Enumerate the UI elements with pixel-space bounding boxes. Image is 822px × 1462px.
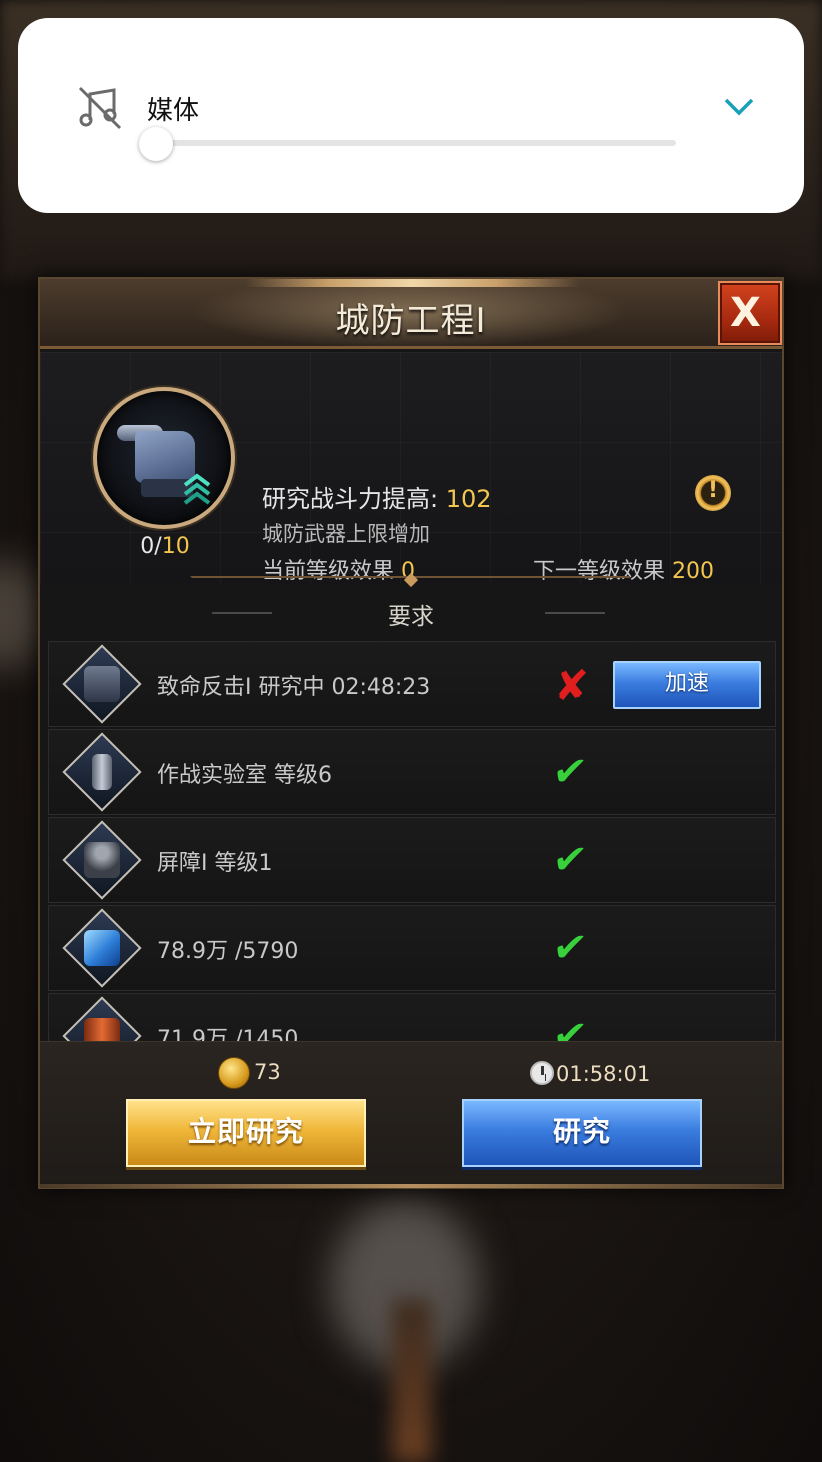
requirement-row[interactable]: 作战实验室 等级6 ✔ xyxy=(48,729,776,815)
power-increase: 研究战斗力提高: 102 xyxy=(262,479,492,514)
requirement-label: 71.9万 /1450 xyxy=(157,1027,299,1041)
close-button[interactable]: X xyxy=(718,281,782,345)
tech-info-section: 0/10 研究战斗力提高: 102 城防武器上限增加 当前等级效果 0 下一等级… xyxy=(40,352,782,584)
tech-level-separator: / xyxy=(154,534,162,559)
dialog-header: 城防工程I X xyxy=(40,279,782,349)
media-volume-label: 媒体 xyxy=(147,96,200,126)
gold-coin-icon xyxy=(218,1057,250,1089)
checkmark-icon: ✔ xyxy=(549,837,590,883)
instant-research-button[interactable]: 立即研究 xyxy=(126,1099,366,1167)
next-effect-value: 200 xyxy=(672,559,714,584)
footer-trim xyxy=(40,1184,782,1188)
requirement-row[interactable]: 屏障I 等级1 ✔ xyxy=(48,817,776,903)
checkmark-icon: ✔ xyxy=(549,925,590,971)
tech-level: 0/10 xyxy=(120,534,210,559)
requirements-heading: 要求 xyxy=(388,604,434,630)
research-button[interactable]: 研究 xyxy=(462,1099,702,1167)
lab-tower-icon xyxy=(62,732,142,812)
volume-slider-thumb[interactable] xyxy=(139,127,173,161)
close-icon: X xyxy=(730,290,761,336)
dialog-title: 城防工程I xyxy=(335,301,487,341)
power-value: 102 xyxy=(445,485,492,513)
gold-cost: 73 xyxy=(254,1060,281,1084)
background-pole xyxy=(392,1300,432,1462)
requirement-row[interactable]: 78.9万 /5790 ✔ xyxy=(48,905,776,991)
requirements-list[interactable]: 致命反击I 研究中 02:48:23 ✘ 加速 作战实验室 等级6 ✔ 屏障I … xyxy=(48,641,776,1041)
media-volume-panel: 媒体 xyxy=(18,18,804,213)
chevron-down-icon[interactable] xyxy=(722,94,756,118)
unmet-x-icon: ✘ xyxy=(554,661,590,710)
info-icon-glyph: ! xyxy=(707,478,719,503)
requirement-label: 作战实验室 等级6 xyxy=(157,763,332,788)
soldier-icon xyxy=(62,820,142,900)
info-icon[interactable]: ! xyxy=(695,475,731,511)
heading-wing-right xyxy=(545,612,605,614)
dialog-footer: 73 01:58:01 立即研究 研究 xyxy=(40,1041,782,1188)
tech-level-current: 0 xyxy=(140,534,155,559)
crystal-icon xyxy=(62,908,142,988)
speedup-button[interactable]: 加速 xyxy=(613,661,761,709)
research-dialog: 城防工程I X 0/10 研究战斗力提高: 102 城防武器上限增加 当前等级效… xyxy=(38,277,784,1189)
checkmark-icon: ✔ xyxy=(549,749,590,795)
clock-icon xyxy=(530,1061,554,1085)
tech-description: 城防武器上限增加 xyxy=(262,522,430,546)
requirement-row[interactable]: 致命反击I 研究中 02:48:23 ✘ 加速 xyxy=(48,641,776,727)
research-time: 01:58:01 xyxy=(556,1062,651,1086)
requirement-label: 78.9万 /5790 xyxy=(157,939,299,964)
rank-chevrons-icon xyxy=(183,473,211,505)
requirement-label: 致命反击I 研究中 02:48:23 xyxy=(157,675,431,700)
music-muted-icon[interactable] xyxy=(76,82,126,132)
tech-portrait xyxy=(93,387,235,529)
power-label: 研究战斗力提高: xyxy=(262,485,446,513)
tank-icon xyxy=(62,644,142,724)
header-trim xyxy=(245,279,580,287)
tech-level-max: 10 xyxy=(161,534,190,559)
requirement-row[interactable]: 71.9万 /1450 ✔ xyxy=(48,993,776,1041)
checkmark-icon: ✔ xyxy=(549,1013,590,1041)
oil-barrel-icon xyxy=(62,996,142,1041)
requirement-label: 屏障I 等级1 xyxy=(157,851,273,876)
volume-slider-track[interactable] xyxy=(154,140,676,146)
